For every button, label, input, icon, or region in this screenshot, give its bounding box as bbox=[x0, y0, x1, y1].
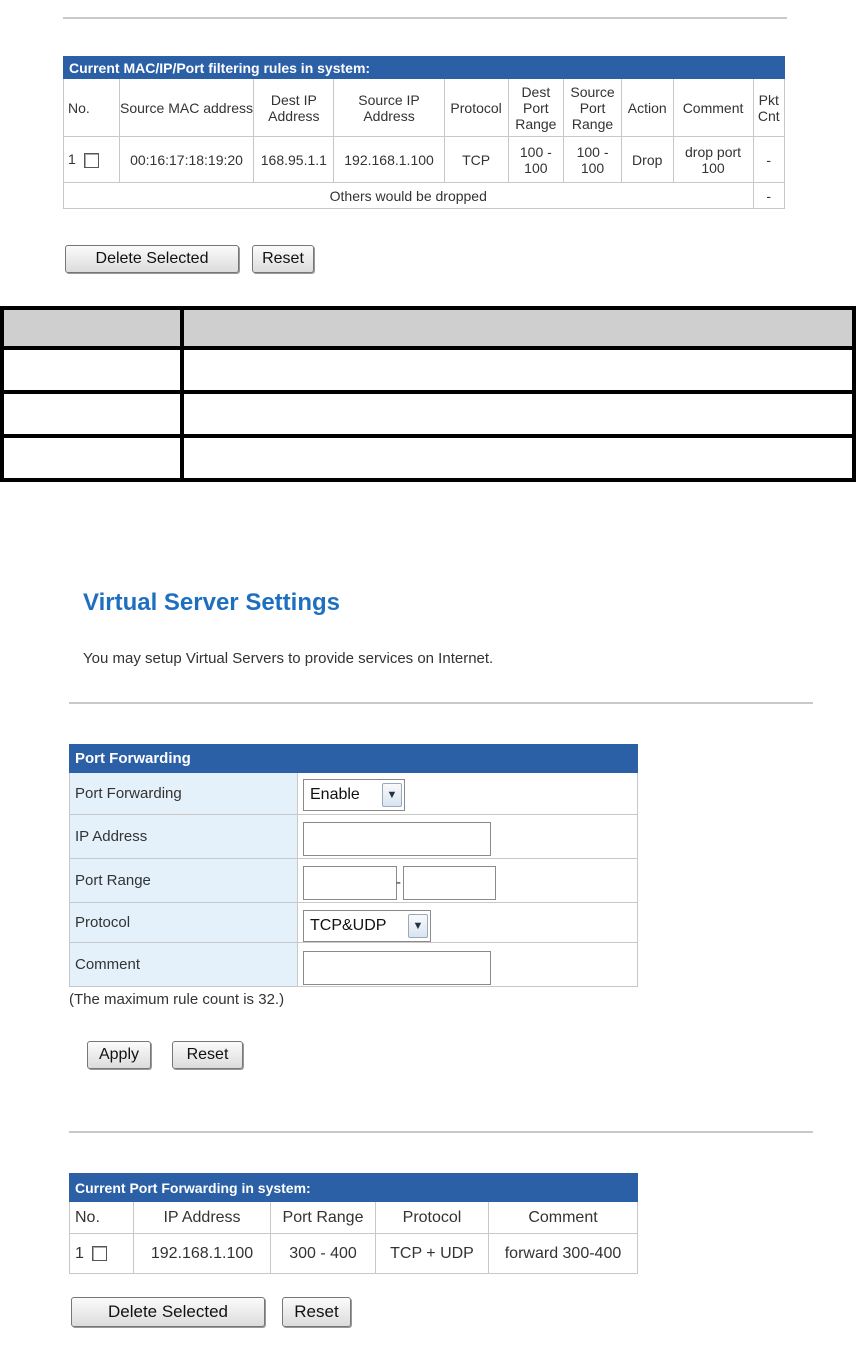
form-header: Port Forwarding bbox=[69, 744, 638, 773]
col-source-port-range: Source Port Range bbox=[563, 78, 622, 137]
protocol-label: Protocol bbox=[69, 902, 298, 943]
max-rule-note: (The maximum rule count is 32.) bbox=[69, 991, 285, 1008]
col-comment: Comment bbox=[672, 78, 754, 137]
others-pkt: - bbox=[752, 182, 786, 209]
col-dest-ip: Dest IP Address bbox=[253, 78, 335, 137]
top-divider bbox=[63, 17, 787, 19]
description-table bbox=[0, 306, 856, 482]
ip-address-label: IP Address bbox=[69, 814, 298, 859]
cf-delete-selected-button[interactable]: Delete Selected bbox=[71, 1297, 265, 1327]
row-pkt: - bbox=[752, 136, 786, 183]
row-dest-ip: 168.95.1.1 bbox=[253, 136, 335, 183]
current-forwarding-header: Current Port Forwarding in system: bbox=[69, 1173, 638, 1202]
apply-button[interactable]: Apply bbox=[87, 1041, 151, 1069]
protocol-select[interactable]: TCP&UDP ▼ bbox=[303, 910, 431, 942]
cf-row-select-checkbox[interactable] bbox=[91, 1245, 107, 1261]
col-source-ip: Source IP Address bbox=[333, 78, 445, 137]
others-dropped-text: Others would be dropped bbox=[63, 182, 754, 209]
current-forwarding-table: Current Port Forwarding in system: No. I… bbox=[69, 1173, 638, 1274]
table-row: 1 192.168.1.100 300 - 400 TCP + UDP forw… bbox=[69, 1233, 638, 1274]
cf-col-range: Port Range bbox=[270, 1201, 376, 1234]
row-no-cell: 1 bbox=[63, 136, 120, 183]
col-dest-port-range: Dest Port Range bbox=[507, 78, 565, 137]
filter-table-header: Current MAC/IP/Port filtering rules in s… bbox=[63, 56, 785, 79]
col-source-mac: Source MAC address bbox=[118, 78, 255, 137]
cf-row-number: 1 bbox=[75, 1244, 84, 1262]
port-forwarding-selected: Enable bbox=[310, 786, 360, 803]
port-forwarding-label: Port Forwarding bbox=[69, 772, 298, 815]
row-src-ip: 192.168.1.100 bbox=[333, 136, 445, 183]
section-divider-2 bbox=[69, 1131, 813, 1133]
row-src-port: 100 - 100 bbox=[563, 136, 622, 183]
port-range-separator: - bbox=[396, 874, 401, 891]
cf-row-range: 300 - 400 bbox=[270, 1233, 376, 1274]
desc-cell bbox=[180, 434, 856, 482]
port-forwarding-select[interactable]: Enable ▼ bbox=[303, 779, 405, 811]
row-src-mac: 00:16:17:18:19:20 bbox=[118, 136, 255, 183]
port-range-end-input[interactable] bbox=[403, 866, 496, 900]
cf-col-no: No. bbox=[69, 1201, 134, 1234]
row-number: 1 bbox=[68, 151, 76, 168]
comment-label: Comment bbox=[69, 942, 298, 987]
cf-col-protocol: Protocol bbox=[375, 1201, 489, 1234]
cf-row-comment: forward 300-400 bbox=[488, 1233, 638, 1274]
filter-rules-table: Current MAC/IP/Port filtering rules in s… bbox=[63, 56, 786, 209]
protocol-selected: TCP&UDP bbox=[310, 917, 387, 934]
cf-row-protocol: TCP + UDP bbox=[375, 1233, 489, 1274]
row-dest-port: 100 - 100 bbox=[507, 136, 565, 183]
row-action: Drop bbox=[620, 136, 674, 183]
desc-cell bbox=[0, 346, 184, 394]
desc-cell bbox=[180, 390, 856, 438]
port-range-label: Port Range bbox=[69, 858, 298, 903]
desc-header-cell-2 bbox=[180, 306, 856, 350]
col-protocol: Protocol bbox=[443, 78, 509, 137]
form-reset-button[interactable]: Reset bbox=[172, 1041, 243, 1069]
desc-cell bbox=[180, 346, 856, 394]
reset-button[interactable]: Reset bbox=[252, 245, 314, 273]
comment-input[interactable] bbox=[303, 951, 491, 985]
row-select-checkbox[interactable] bbox=[83, 152, 99, 168]
col-action: Action bbox=[620, 78, 674, 137]
ip-address-input[interactable] bbox=[303, 822, 491, 856]
cf-col-ip: IP Address bbox=[133, 1201, 271, 1234]
desc-header-cell-1 bbox=[0, 306, 184, 350]
port-range-start-input[interactable] bbox=[303, 866, 397, 900]
row-comment: drop port 100 bbox=[672, 136, 754, 183]
desc-cell bbox=[0, 434, 184, 482]
col-no: No. bbox=[63, 78, 120, 137]
table-row: 1 00:16:17:18:19:20 168.95.1.1 192.168.1… bbox=[63, 136, 786, 183]
section-divider bbox=[69, 702, 813, 704]
desc-cell bbox=[0, 390, 184, 438]
cf-row-no-cell: 1 bbox=[69, 1233, 134, 1274]
cf-row-ip: 192.168.1.100 bbox=[133, 1233, 271, 1274]
row-protocol: TCP bbox=[443, 136, 509, 183]
cf-col-comment: Comment bbox=[488, 1201, 638, 1234]
delete-selected-button[interactable]: Delete Selected bbox=[65, 245, 239, 273]
cf-reset-button[interactable]: Reset bbox=[282, 1297, 351, 1327]
chevron-down-icon: ▼ bbox=[382, 783, 402, 807]
chevron-down-icon: ▼ bbox=[408, 914, 428, 938]
page-title: Virtual Server Settings bbox=[83, 589, 340, 616]
page-subtitle: You may setup Virtual Servers to provide… bbox=[83, 650, 494, 667]
col-pkt-cnt: Pkt Cnt bbox=[752, 78, 786, 137]
